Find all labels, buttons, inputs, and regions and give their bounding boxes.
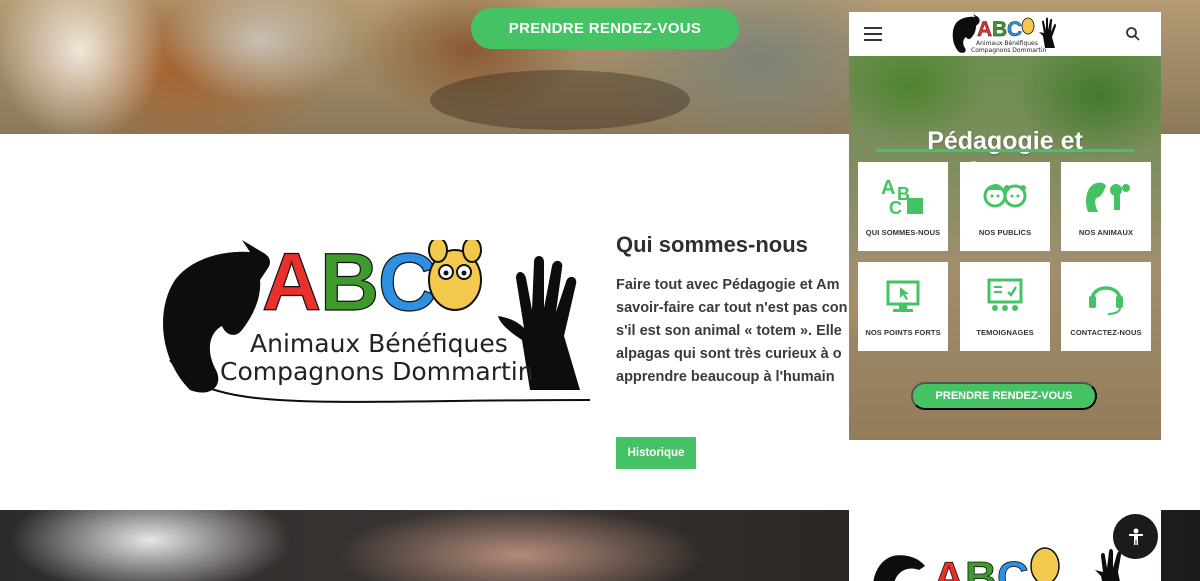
- abc-blocks-icon: A B C: [879, 176, 927, 216]
- about-text-line: s'il est son animal « totem ». Elle: [616, 323, 842, 339]
- people-icon: [981, 176, 1029, 216]
- photo-shadow: [430, 70, 690, 130]
- raised-hand-icon: [1095, 549, 1122, 581]
- mobile-abc-logo[interactable]: A B C Animaux Bénéfiques Compagnons Domm…: [949, 14, 1059, 54]
- tile-nos-publics[interactable]: NOS PUBLICS: [960, 162, 1050, 251]
- horse-head-icon: [873, 555, 925, 581]
- title-underline: [876, 149, 1134, 152]
- tile-nos-animaux[interactable]: NOS ANIMAUX: [1061, 162, 1151, 251]
- svg-text:A: A: [881, 177, 895, 199]
- logo-tagline-line2: Compagnons Dommartin: [971, 47, 1046, 54]
- tile-temoignages[interactable]: TEMOIGNAGES: [960, 262, 1050, 351]
- monitor-cursor-icon: [879, 276, 927, 316]
- tile-label: NOS PUBLICS: [978, 228, 1032, 237]
- book-appointment-button[interactable]: PRENDRE RENDEZ-VOUS: [471, 8, 739, 49]
- accessibility-icon: [1128, 528, 1143, 545]
- abc-logo: A B C Animaux Bénéfiques Compagnons Domm…: [163, 240, 591, 403]
- svg-text:C: C: [889, 198, 902, 216]
- tile-nos-points-forts[interactable]: NOS POINTS FORTS: [858, 262, 948, 351]
- testimonial-board-icon: [981, 276, 1029, 316]
- about-text-line: savoir-faire car tout n'est pas con: [616, 300, 848, 316]
- tile-contactez-nous[interactable]: CONTACTEZ-NOUS: [1061, 262, 1151, 351]
- mobile-header: A B C Animaux Bénéfiques Compagnons Domm…: [849, 12, 1161, 56]
- logo-letter-a: A: [933, 553, 965, 581]
- about-text-line: apprendre beaucoup à l'humain: [616, 369, 835, 385]
- logo-letter-c: C: [997, 553, 1029, 581]
- tile-label: CONTACTEZ-NOUS: [1070, 328, 1142, 337]
- logo-tagline-line2: Compagnons Dommartin: [220, 357, 534, 386]
- accessibility-widget-button[interactable]: [1113, 514, 1158, 559]
- animals-icon: [1082, 176, 1130, 216]
- hamburger-icon[interactable]: [864, 27, 882, 41]
- logo-letter-a: A: [262, 240, 321, 328]
- headset-icon: [1082, 276, 1130, 316]
- tile-label: NOS POINTS FORTS: [865, 328, 941, 337]
- search-icon[interactable]: [1125, 26, 1141, 42]
- tile-label: NOS ANIMAUX: [1078, 228, 1134, 237]
- logo-letter-a: A: [977, 18, 992, 41]
- mobile-book-appointment-button[interactable]: PRENDRE RENDEZ-VOUS: [911, 382, 1097, 410]
- abc-logo-peek: A B C: [873, 547, 1122, 581]
- alpaca-face-icon: [428, 240, 482, 311]
- logo-tagline-line1: Animaux Bénéfiques: [250, 329, 508, 358]
- tile-label: TEMOIGNAGES: [976, 328, 1034, 337]
- tile-qui-sommes-nous[interactable]: A B C QUI SOMMES-NOUS: [858, 162, 948, 251]
- raised-hand-icon: [1039, 17, 1056, 48]
- tile-label: QUI SOMMES-NOUS: [865, 228, 941, 237]
- about-title: Qui sommes-nous: [616, 232, 808, 257]
- about-text-line: alpagas qui sont très curieux à o: [616, 346, 842, 362]
- about-text-line: Faire tout avec Pédagogie et Am: [616, 277, 840, 293]
- logo-letter-b: B: [965, 553, 997, 581]
- logo-letter-b: B: [992, 18, 1007, 41]
- logo-letter-b: B: [320, 240, 379, 328]
- about-paragraph: Faire tout avec Pédagogie et Am savoir-f…: [616, 274, 856, 394]
- logo-letter-c: C: [1007, 18, 1022, 41]
- historique-button[interactable]: Historique: [616, 437, 696, 469]
- mobile-preview: A B C Animaux Bénéfiques Compagnons Domm…: [849, 12, 1161, 440]
- logo-tagline-line1: Animaux Bénéfiques: [976, 40, 1038, 47]
